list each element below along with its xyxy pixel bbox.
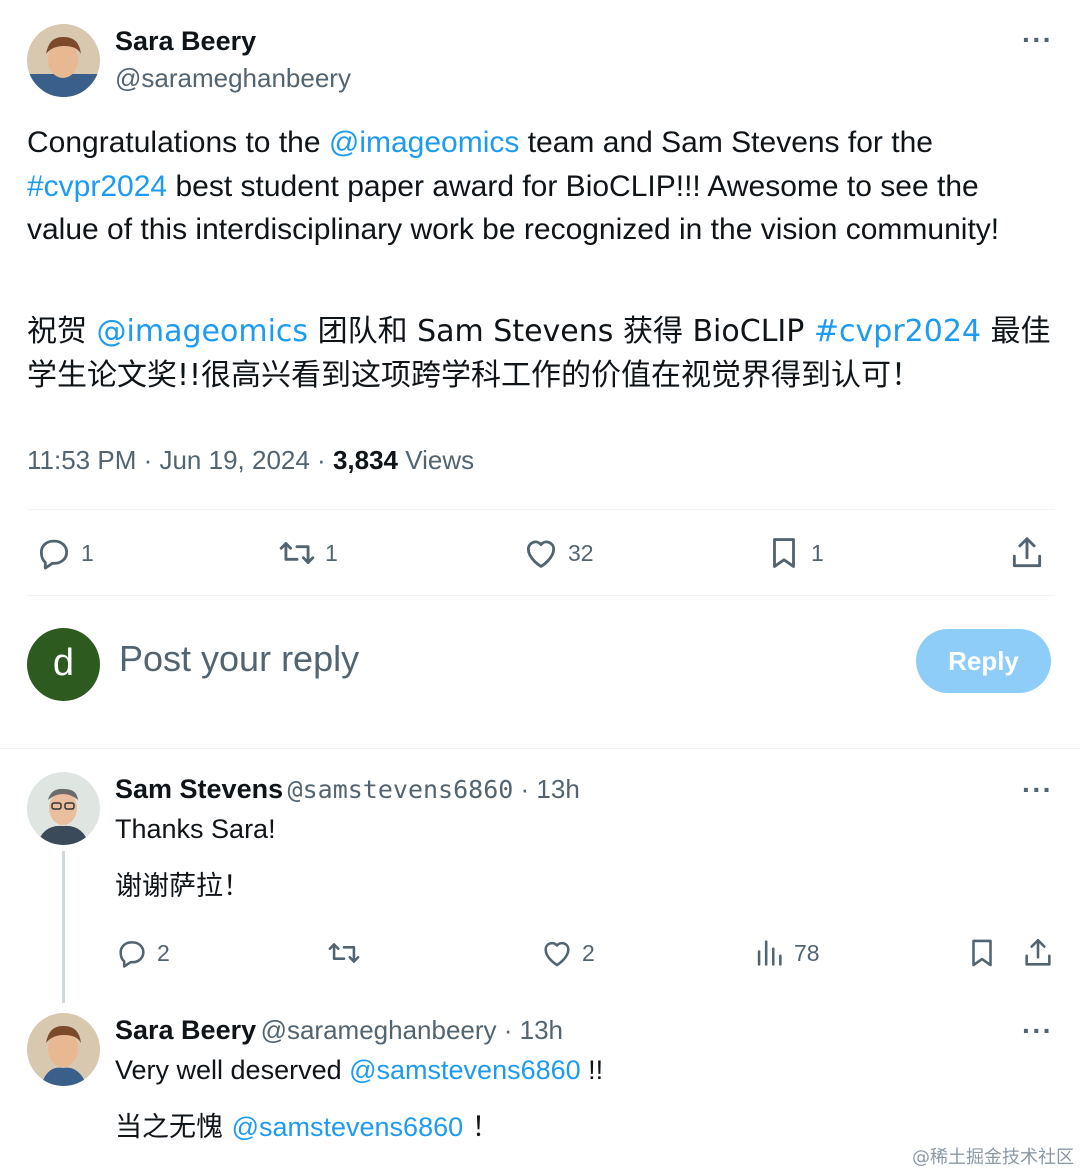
reply-avatar[interactable]	[27, 1013, 100, 1086]
reply-age[interactable]: · 13h	[497, 1015, 563, 1045]
reply-author-name[interactable]: Sam Stevens	[115, 774, 283, 804]
views-count: 78	[794, 939, 820, 966]
reply-header: Sam Stevens @samstevens6860 · 13h	[115, 774, 580, 805]
reply-input[interactable]: Post your reply	[119, 638, 359, 680]
reply-author-name[interactable]: Sara Beery	[115, 1015, 256, 1045]
reply-count: 1	[81, 539, 94, 566]
author-avatar[interactable]	[27, 24, 100, 97]
like-action[interactable]: 2	[540, 936, 595, 970]
bookmark-action[interactable]	[965, 936, 999, 970]
reply-avatar[interactable]	[27, 772, 100, 845]
reply-age[interactable]: · 13h	[513, 774, 580, 804]
tweet-text-en: Congratulations to the @imageomics team …	[27, 121, 1057, 252]
repost-icon	[326, 936, 362, 970]
hashtag-link[interactable]: #cvpr2024	[814, 314, 981, 349]
thread-line	[62, 851, 65, 1003]
hashtag-link[interactable]: #cvpr2024	[27, 170, 167, 203]
tweet-meta: 11:53 PM · Jun 19, 2024 · 3,834 Views	[27, 445, 474, 476]
text-segment: !!	[580, 1055, 604, 1085]
like-count: 2	[582, 939, 595, 966]
text-segment: 当之无愧	[115, 1112, 232, 1143]
bookmark-action[interactable]: 1	[765, 534, 824, 572]
heart-icon	[540, 936, 574, 970]
reply-icon	[115, 936, 149, 970]
views-action[interactable]: 78	[752, 936, 820, 970]
like-action[interactable]: 32	[522, 534, 594, 572]
text-segment: Congratulations to the	[27, 126, 329, 159]
mention-link[interactable]: @samstevens6860	[232, 1112, 464, 1142]
share-icon	[1008, 534, 1046, 572]
reply-header: Sara Beery @sarameghanbeery · 13h	[115, 1015, 563, 1046]
bookmark-count: 1	[811, 539, 824, 566]
mention-link[interactable]: @imageomics	[97, 314, 308, 349]
bookmark-icon	[965, 936, 999, 970]
repost-action[interactable]: 1	[277, 534, 338, 572]
share-action[interactable]	[1021, 936, 1055, 970]
divider	[27, 595, 1055, 596]
views-label: Views	[398, 445, 475, 475]
author-handle[interactable]: @sarameghanbeery	[115, 63, 351, 94]
reply-action[interactable]: 1	[35, 534, 94, 572]
mention-link[interactable]: @imageomics	[329, 126, 520, 159]
more-options-icon[interactable]: ···	[1022, 774, 1053, 806]
text-segment: 祝贺	[27, 314, 97, 349]
text-segment: team and Sam Stevens for the	[519, 126, 933, 159]
author-name[interactable]: Sara Beery	[115, 26, 256, 57]
reply-count: 2	[157, 939, 170, 966]
avatar-letter: d	[52, 641, 75, 684]
text-segment: ！	[463, 1112, 499, 1143]
heart-icon	[522, 534, 560, 572]
share-action[interactable]	[1008, 534, 1046, 572]
repost-action[interactable]	[326, 936, 362, 970]
repost-count: 1	[325, 539, 338, 566]
mention-link[interactable]: @samstevens6860	[349, 1055, 581, 1085]
reply-button[interactable]: Reply	[916, 629, 1051, 693]
divider	[27, 509, 1055, 510]
tweet-date[interactable]: Jun 19, 2024	[159, 445, 309, 475]
views-count[interactable]: 3,834	[333, 445, 398, 475]
analytics-icon	[752, 936, 786, 970]
like-count: 32	[568, 539, 594, 566]
divider	[0, 748, 1080, 749]
repost-icon	[277, 534, 317, 572]
reply-text-zh: 当之无愧 @samstevens6860 ！	[115, 1105, 499, 1144]
tweet-text-zh: 祝贺 @imageomics 团队和 Sam Stevens 获得 BioCLI…	[27, 310, 1057, 397]
more-options-icon[interactable]: ···	[1022, 24, 1053, 56]
more-options-icon[interactable]: ···	[1022, 1015, 1053, 1047]
text-segment: 团队和 Sam Stevens 获得 BioCLIP	[308, 314, 814, 349]
reply-author-handle[interactable]: @samstevens6860	[288, 775, 514, 804]
reply-author-handle[interactable]: @sarameghanbeery	[261, 1015, 497, 1045]
separator: ·	[309, 445, 333, 475]
share-icon	[1021, 936, 1055, 970]
reply-text: Very well deserved @samstevens6860 !!	[115, 1055, 603, 1086]
reply-text-zh: 谢谢萨拉！	[115, 871, 250, 902]
reply-icon	[35, 534, 73, 572]
bookmark-icon	[765, 534, 803, 572]
text-segment: Very well deserved	[115, 1055, 350, 1085]
user-avatar[interactable]: d	[27, 628, 100, 701]
reply-text: Thanks Sara!	[115, 814, 276, 844]
watermark: @稀土掘金技术社区	[912, 1147, 1074, 1168]
tweet-time[interactable]: 11:53 PM	[27, 445, 136, 475]
text-segment: best student paper award for BioCLIP!!! …	[27, 169, 1000, 247]
reply-action[interactable]: 2	[115, 936, 170, 970]
separator: ·	[136, 445, 160, 475]
